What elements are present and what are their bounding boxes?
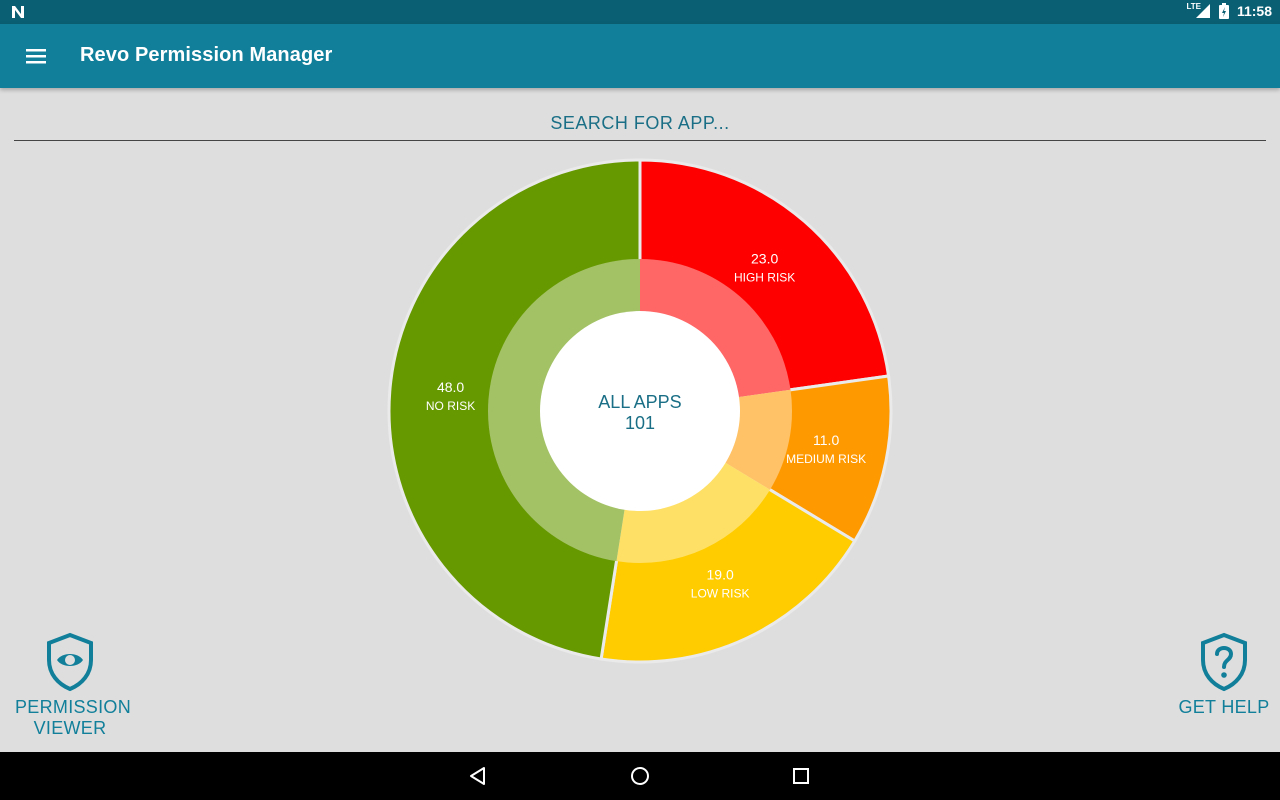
- permission-viewer-button[interactable]: PERMISSION VIEWER: [10, 632, 132, 739]
- slice-value-high-risk: 23.0: [751, 251, 778, 267]
- center-value: 101: [625, 413, 655, 433]
- slice-label-high-risk: HIGH RISK: [734, 271, 795, 285]
- shield-question-icon: [1201, 632, 1247, 692]
- risk-donut-chart: ALL APPS 101 23.0 HIGH RISK 11.0 MEDIUM RIS…: [387, 158, 893, 664]
- slice-label-medium-risk: MEDIUM RISK: [786, 452, 866, 466]
- center-label: ALL APPS: [598, 392, 681, 412]
- navigation-bar: [0, 752, 1280, 800]
- shield-eye-icon: [47, 632, 93, 692]
- permission-viewer-label: PERMISSION VIEWER: [15, 697, 132, 738]
- get-help-button[interactable]: GET HELP: [1178, 632, 1270, 718]
- slice-value-low-risk: 19.0: [707, 566, 734, 582]
- back-icon[interactable]: [466, 764, 490, 788]
- slice-label-low-risk: LOW RISK: [691, 586, 750, 600]
- home-icon[interactable]: [628, 764, 652, 788]
- recents-icon[interactable]: [789, 764, 813, 788]
- get-help-label: GET HELP: [1178, 697, 1270, 717]
- slice-label-no-risk: NO RISK: [426, 399, 475, 413]
- slice-value-medium-risk: 11.0: [813, 432, 839, 448]
- slice-value-no-risk: 48.0: [437, 379, 464, 395]
